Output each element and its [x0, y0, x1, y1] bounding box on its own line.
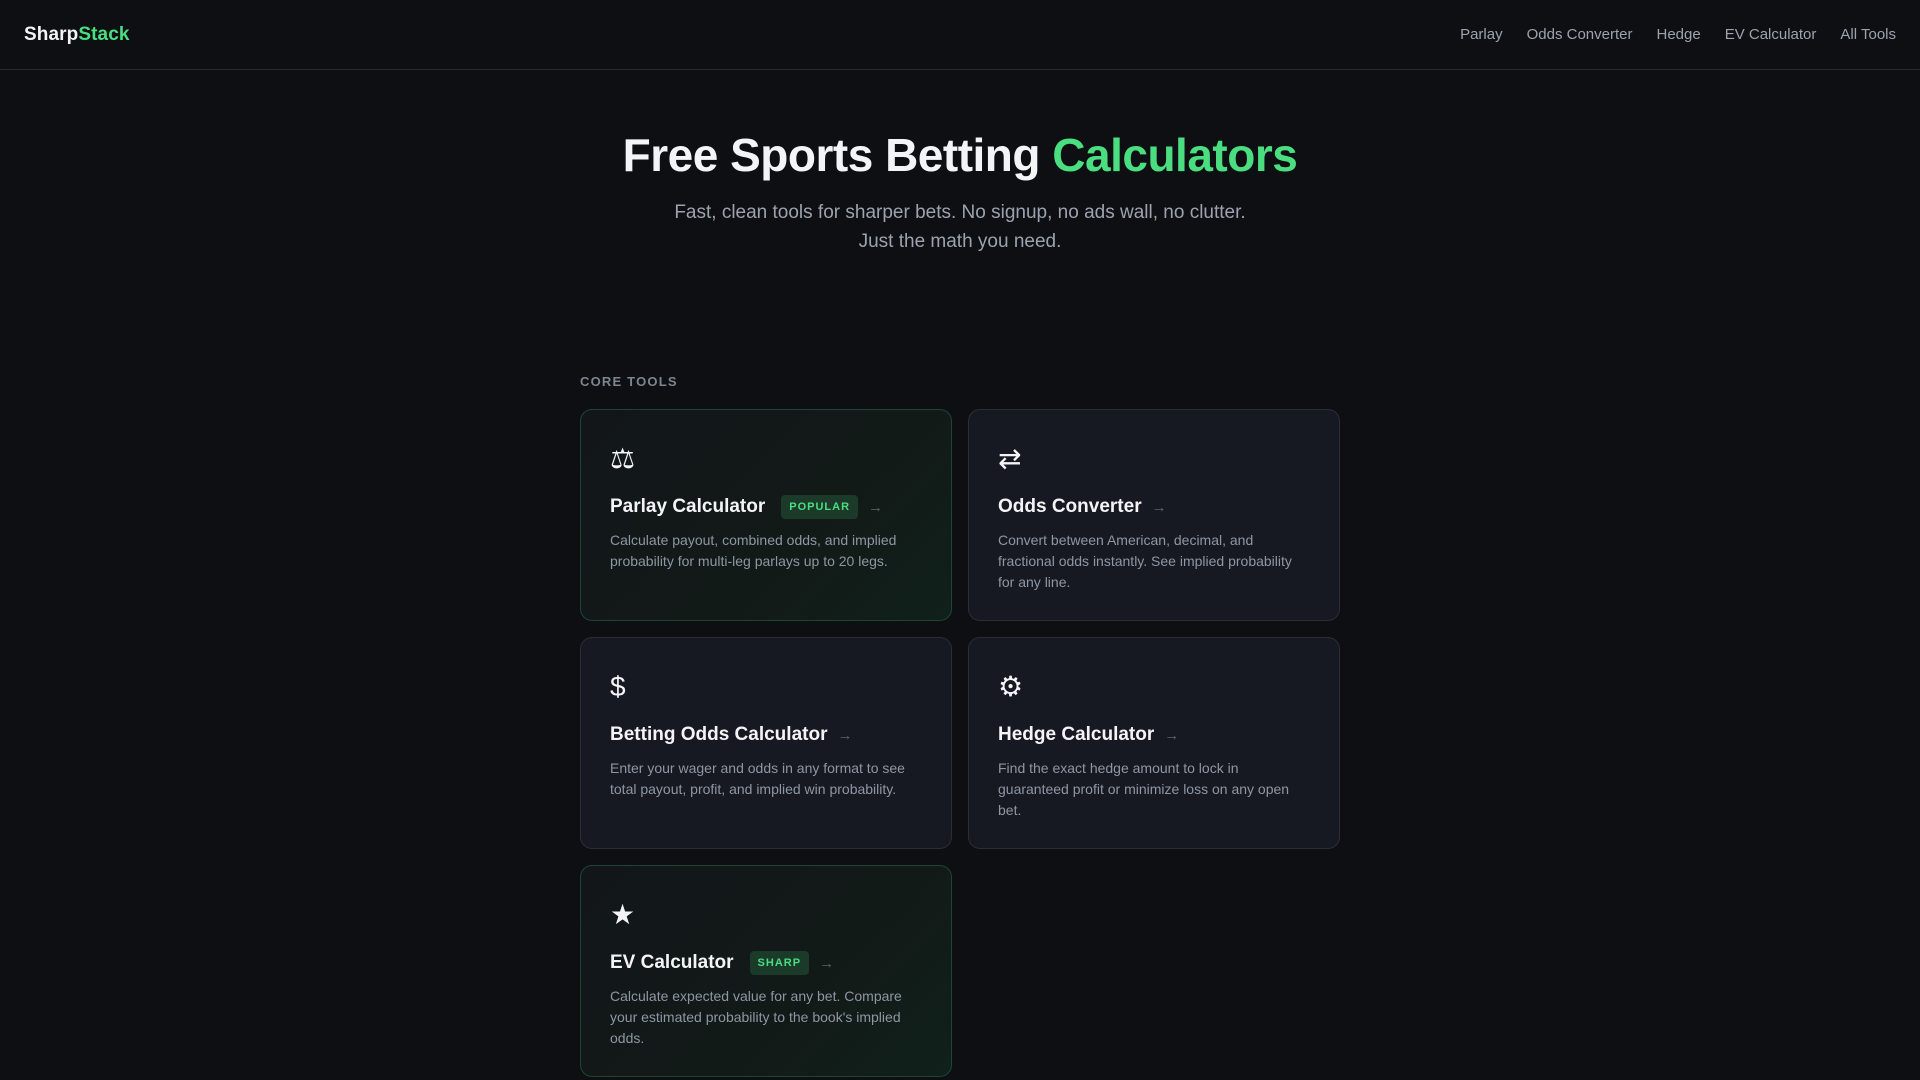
hero-title-main: Free Sports Betting: [622, 129, 1053, 181]
nav-link-parlay[interactable]: Parlay: [1460, 26, 1503, 43]
tool-card-ev-calculator[interactable]: ★ EV Calculator SHARP → Calculate expect…: [580, 865, 952, 1077]
arrow-right-icon: →: [837, 726, 853, 744]
nav-link-odds-converter[interactable]: Odds Converter: [1527, 26, 1633, 43]
card-title: Odds Converter: [998, 496, 1142, 517]
star-icon: ★: [610, 899, 636, 930]
card-description: Calculate payout, combined odds, and imp…: [610, 532, 897, 569]
card-title-row: Odds Converter →: [998, 494, 1311, 520]
hero-title: Free Sports Betting Calculators: [0, 128, 1920, 182]
hero-section: Free Sports Betting Calculators Fast, cl…: [0, 70, 1920, 256]
arrow-right-icon: →: [1164, 726, 1180, 744]
card-title-row: Betting Odds Calculator →: [610, 722, 923, 748]
tool-card-odds-converter[interactable]: ⇄ Odds Converter → Convert between Ameri…: [968, 409, 1340, 621]
card-description: Convert between American, decimal, and f…: [998, 532, 1292, 590]
hero-subtitle-line2: Just the math you need.: [858, 231, 1062, 252]
core-tools-section: CORE TOOLS ⚖ Parlay Calculator POPULAR →…: [580, 256, 1340, 1077]
nav-link-hedge[interactable]: Hedge: [1656, 26, 1700, 43]
arrows-exchange-icon: ⇄: [998, 443, 1022, 474]
card-description: Calculate expected value for any bet. Co…: [610, 988, 902, 1046]
nav-link-all-tools[interactable]: All Tools: [1840, 26, 1896, 43]
scales-icon: ⚖: [610, 443, 636, 474]
card-description: Find the exact hedge amount to lock in g…: [998, 760, 1290, 818]
card-title: Parlay Calculator: [610, 496, 766, 517]
card-title-row: EV Calculator SHARP →: [610, 950, 923, 976]
sharp-badge: SHARP: [749, 951, 810, 975]
tools-grid: ⚖ Parlay Calculator POPULAR → Calculate …: [580, 409, 1340, 1077]
card-title-row: Parlay Calculator POPULAR →: [610, 494, 923, 520]
card-title: EV Calculator: [610, 952, 734, 973]
logo[interactable]: SharpStack: [24, 24, 130, 46]
card-description: Enter your wager and odds in any format …: [610, 760, 905, 797]
hero-title-accent: Calculators: [1052, 129, 1298, 181]
card-title: Betting Odds Calculator: [610, 724, 828, 745]
arrow-right-icon: →: [819, 954, 835, 972]
gear-icon: ⚙: [998, 671, 1024, 702]
logo-text-sharp: Sharp: [24, 23, 79, 45]
top-nav-bar: SharpStack Parlay Odds Converter Hedge E…: [0, 0, 1920, 70]
dollar-icon: $: [610, 671, 626, 702]
hero-subtitle-line1: Fast, clean tools for sharper bets. No s…: [674, 202, 1246, 223]
nav-link-ev-calculator[interactable]: EV Calculator: [1725, 26, 1817, 43]
main-nav: Parlay Odds Converter Hedge EV Calculato…: [1460, 26, 1896, 43]
popular-badge: POPULAR: [781, 495, 859, 519]
tool-card-betting-odds-calculator[interactable]: $ Betting Odds Calculator → Enter your w…: [580, 637, 952, 849]
hero-subtitle: Fast, clean tools for sharper bets. No s…: [0, 198, 1920, 256]
arrow-right-icon: →: [1151, 498, 1167, 516]
card-title: Hedge Calculator: [998, 724, 1155, 745]
tool-card-hedge-calculator[interactable]: ⚙ Hedge Calculator → Find the exact hedg…: [968, 637, 1340, 849]
card-title-row: Hedge Calculator →: [998, 722, 1311, 748]
section-label: CORE TOOLS: [580, 374, 678, 389]
arrow-right-icon: →: [868, 498, 884, 516]
tool-card-parlay-calculator[interactable]: ⚖ Parlay Calculator POPULAR → Calculate …: [580, 409, 952, 621]
logo-text-stack: Stack: [78, 23, 130, 45]
